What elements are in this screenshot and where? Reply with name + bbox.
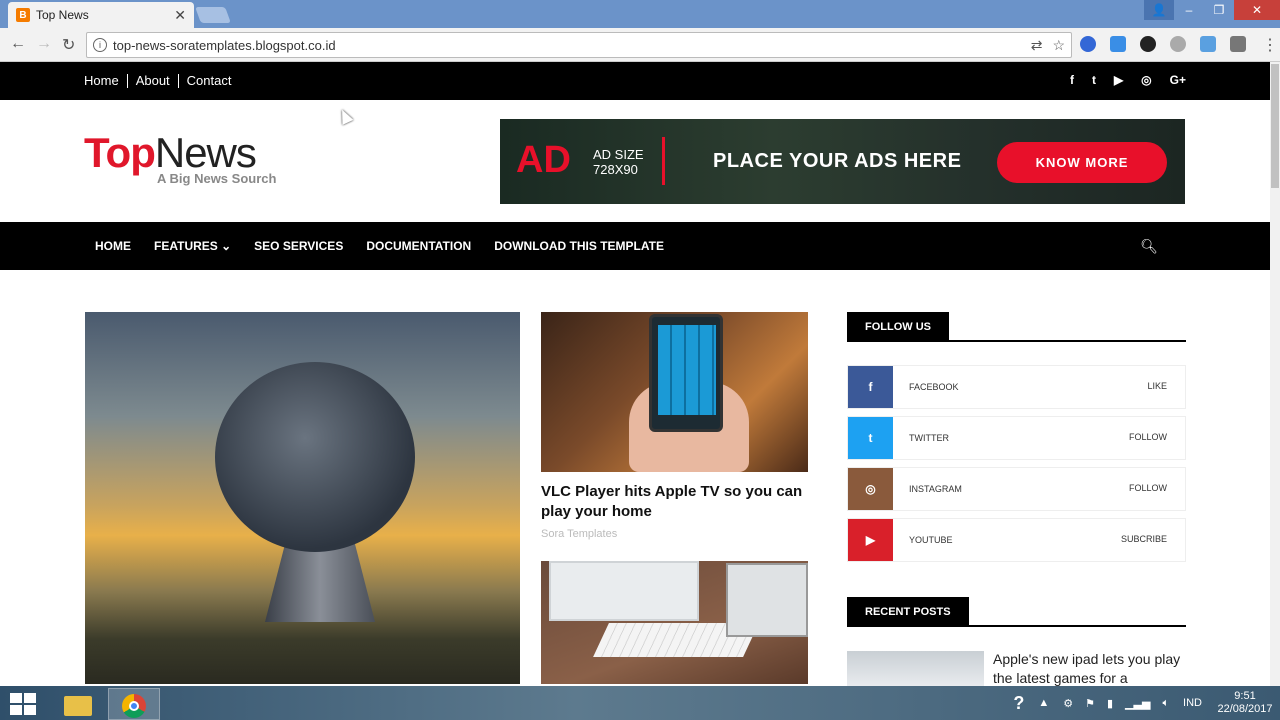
post-thumbnail[interactable] — [541, 561, 808, 684]
translate-icon[interactable]: ⇄ — [1031, 37, 1043, 54]
nav-item-home[interactable]: HOME — [95, 239, 131, 253]
file-explorer-icon[interactable] — [52, 688, 104, 720]
address-bar[interactable]: i top-news-soratemplates.blogspot.co.id … — [86, 32, 1072, 58]
google-plus-icon[interactable]: G+ — [1170, 73, 1186, 87]
recent-post-thumbnail[interactable] — [847, 651, 984, 687]
site-header: TopNews A Big News Sourch AD AD SIZE 728… — [0, 100, 1270, 222]
facebook-icon: f — [848, 366, 893, 408]
instagram-follow-row[interactable]: ◎ INSTAGRAM FOLLOW — [847, 467, 1186, 511]
post-title[interactable]: VLC Player hits Apple TV so you can play… — [541, 482, 811, 522]
close-window-button[interactable]: ✕ — [1234, 0, 1280, 20]
nav-item-documentation[interactable]: DOCUMENTATION — [366, 239, 471, 253]
site-tagline: A Big News Sourch — [157, 171, 277, 186]
main-nav: HOME FEATURES ⌄ SEO SERVICES DOCUMENTATI… — [0, 222, 1270, 270]
window-controls: 👤 – ❐ ✕ — [1144, 0, 1280, 22]
youtube-icon: ▶ — [848, 519, 893, 561]
info-icon[interactable]: i — [93, 38, 107, 52]
nav-item-features[interactable]: FEATURES ⌄ — [154, 239, 231, 253]
browser-toolbar: ← → ↻ i top-news-soratemplates.blogspot.… — [0, 28, 1280, 62]
top-social-icons: f t ▶ ◎ G+ — [1070, 73, 1186, 87]
instagram-icon: ◎ — [848, 468, 893, 510]
browser-tab-strip: B Top News ✕ 👤 – ❐ ✕ — [0, 0, 1280, 28]
browser-tab[interactable]: B Top News ✕ — [8, 2, 194, 28]
ad-headline: PLACE YOUR ADS HERE — [713, 150, 962, 172]
chrome-menu-icon[interactable]: ⋮ — [1262, 35, 1278, 55]
new-tab-button[interactable] — [195, 7, 231, 23]
bookmark-star-icon[interactable]: ☆ — [1052, 37, 1065, 54]
ad-label: AD — [516, 139, 571, 181]
windows-start-icon[interactable] — [10, 693, 36, 715]
twitter-icon[interactable]: t — [1092, 73, 1096, 87]
show-hidden-icons[interactable]: ▲ — [1038, 697, 1049, 709]
battery-icon[interactable]: ▮ — [1107, 697, 1113, 710]
minimize-button[interactable]: – — [1174, 0, 1204, 20]
reload-icon[interactable]: ↻ — [62, 35, 75, 55]
post-author[interactable]: Sora Templates — [541, 528, 617, 540]
download-extension-icon[interactable] — [1110, 36, 1126, 52]
extension-icon[interactable] — [1080, 36, 1096, 52]
ad-divider — [662, 137, 665, 185]
system-tray: ? ▲ ⚙ ⚑ ▮ ▁▃▅ 🔈︎ IND 9:51 22/08/2017 — [1013, 686, 1280, 720]
help-icon[interactable]: ? — [1013, 693, 1024, 714]
top-links: Home About Contact — [84, 74, 239, 88]
extension-icon[interactable] — [1140, 36, 1156, 52]
extension-icon[interactable] — [1170, 36, 1186, 52]
profile-icon[interactable]: 👤 — [1144, 0, 1174, 20]
chrome-taskbar-icon[interactable] — [108, 688, 160, 720]
blogger-favicon-icon: B — [16, 8, 30, 22]
post-thumbnail[interactable] — [541, 312, 808, 472]
ad-banner[interactable]: AD AD SIZE 728X90 PLACE YOUR ADS HERE KN… — [500, 119, 1185, 204]
ad-size-text: AD SIZE 728X90 — [593, 147, 644, 177]
nav-item-download-template[interactable]: DOWNLOAD THIS TEMPLATE — [494, 239, 664, 253]
recent-posts-heading: RECENT POSTS — [847, 597, 1186, 627]
youtube-icon[interactable]: ▶ — [1114, 73, 1123, 87]
search-icon[interactable]: 🔍︎ — [1140, 238, 1158, 255]
back-icon[interactable]: ← — [10, 35, 26, 53]
featured-post-image[interactable] — [85, 312, 520, 684]
top-link-home[interactable]: Home — [84, 74, 127, 88]
scrollbar-thumb[interactable] — [1271, 64, 1279, 188]
tab-title: Top News — [36, 8, 89, 22]
tab-close-icon[interactable]: ✕ — [174, 7, 186, 24]
facebook-follow-row[interactable]: f FACEBOOK LIKE — [847, 365, 1186, 409]
recent-post-title[interactable]: Apple's new ipad lets you play the lates… — [993, 650, 1183, 688]
youtube-follow-row[interactable]: ▶ YOUTUBE SUBCRIBE — [847, 518, 1186, 562]
nav-item-seo-services[interactable]: SEO SERVICES — [254, 239, 343, 253]
know-more-button[interactable]: KNOW MORE — [997, 142, 1167, 183]
tray-app-icon[interactable]: ⚙ — [1063, 697, 1073, 710]
url-text: top-news-soratemplates.blogspot.co.id — [113, 37, 336, 53]
language-indicator[interactable]: IND — [1183, 697, 1202, 709]
clock[interactable]: 9:51 22/08/2017 — [1210, 690, 1280, 716]
top-link-about[interactable]: About — [126, 74, 178, 88]
volume-icon[interactable]: 🔈︎ — [1162, 697, 1169, 710]
forward-icon[interactable]: → — [36, 35, 52, 53]
site-logo[interactable]: TopNews — [84, 130, 257, 176]
site-top-bar: Home About Contact f t ▶ ◎ G+ — [0, 62, 1270, 100]
extension-icon[interactable] — [1230, 36, 1246, 52]
instagram-icon[interactable]: ◎ — [1141, 73, 1151, 87]
top-link-contact[interactable]: Contact — [177, 74, 240, 88]
twitter-icon: t — [848, 417, 893, 459]
windows-taskbar: ? ▲ ⚙ ⚑ ▮ ▁▃▅ 🔈︎ IND 9:51 22/08/2017 — [0, 686, 1280, 720]
chevron-down-icon: ⌄ — [217, 239, 232, 253]
extension-icon[interactable] — [1200, 36, 1216, 52]
facebook-icon[interactable]: f — [1070, 73, 1074, 87]
twitter-follow-row[interactable]: t TWITTER FOLLOW — [847, 416, 1186, 460]
follow-us-heading: FOLLOW US — [847, 312, 1186, 342]
action-center-flag-icon[interactable]: ⚑ — [1085, 697, 1095, 710]
maximize-button[interactable]: ❐ — [1204, 0, 1234, 20]
network-signal-icon[interactable]: ▁▃▅ — [1125, 697, 1150, 710]
